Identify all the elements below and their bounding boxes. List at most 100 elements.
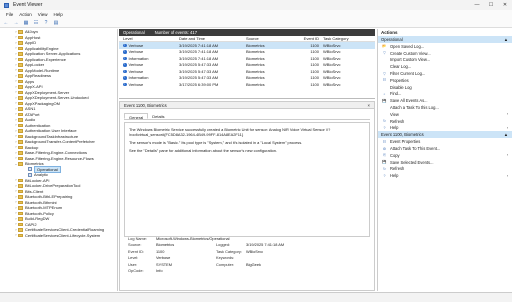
action-item[interactable]: ☷ Properties: [378, 77, 512, 84]
cell-event-id: 1100: [310, 42, 319, 48]
show-hide-action-icon[interactable]: ▤: [52, 19, 60, 26]
action-item[interactable]: 📂 Open Saved Log...: [378, 43, 512, 50]
table-row[interactable]: i Verbose 3/19/2025 5:47:33 AM Biometrics 11…: [119, 62, 375, 69]
col-level[interactable]: Level: [119, 36, 179, 41]
folder-icon: [18, 134, 23, 138]
cell-task: WBioSrvc: [323, 49, 341, 55]
folder-icon: [18, 79, 23, 83]
table-row[interactable]: i Verbose 3/17/2025 6:39:00 PM Biometrics 11…: [119, 81, 375, 88]
action-item[interactable]: ⎘ Copy ›: [378, 152, 512, 159]
forward-icon[interactable]: →: [12, 19, 20, 26]
table-row[interactable]: i Verbose 3/19/2025 5:47:33 AM Biometrics 11…: [119, 68, 375, 75]
folder-icon: [18, 74, 23, 78]
tree-item-label: Apps: [25, 78, 35, 84]
tree-item-label: AppX-API: [25, 84, 43, 90]
tree-item-label: BitLocker-API: [25, 177, 50, 183]
folder-icon: [18, 85, 23, 89]
menu-file[interactable]: File: [6, 12, 13, 17]
folder-icon: [18, 107, 23, 111]
table-row[interactable]: i Information 3/19/2025 7:41:18 AM Biometri…: [119, 55, 375, 62]
help-icon[interactable]: ?: [42, 19, 50, 26]
events-grid[interactable]: Level Date and Time Source Event ID Task…: [119, 36, 375, 99]
action-item[interactable]: ? Help ›: [378, 172, 512, 179]
toolbar: ← → ▦ ☷ ? ▤: [0, 18, 512, 28]
user-value: SYSTEM: [156, 261, 172, 267]
table-row[interactable]: i Verbose 3/19/2025 7:41:18 AM Biometrics 11…: [119, 49, 375, 56]
tree-item-label: ATAPort: [25, 111, 40, 117]
level-value: Verbose: [156, 255, 171, 261]
properties-icon[interactable]: ☷: [32, 19, 40, 26]
action-item[interactable]: 💾 Save Selected Events...: [378, 159, 512, 166]
action-item[interactable]: Disable Log: [378, 84, 512, 91]
back-icon[interactable]: ←: [2, 19, 10, 26]
action-label: Copy: [390, 152, 400, 158]
minimize-button[interactable]: —: [470, 0, 484, 10]
action-item[interactable]: ☷ Event Properties: [378, 138, 512, 145]
action-label: Refresh: [390, 118, 405, 124]
actions-section-log[interactable]: Operational ▲: [378, 36, 512, 43]
keywords-label: Keywords:: [216, 255, 235, 261]
computer-label: Computer:: [216, 261, 235, 267]
tree-item-label: Authentication User Interface: [25, 128, 77, 134]
tree-item[interactable]: › CertificateServicesClient-Lifecycle-Sys…: [14, 233, 117, 239]
action-label: Save All Events As...: [390, 98, 428, 104]
tab-general[interactable]: General: [124, 113, 149, 120]
table-row[interactable]: i Verbose 3/19/2025 7:41:18 AM Biometrics 11…: [119, 42, 375, 49]
col-date[interactable]: Date and Time: [179, 36, 246, 41]
action-item[interactable]: ▽ Filter Current Log...: [378, 70, 512, 77]
tree-item-label: Bluetooth-Bthmini: [25, 199, 57, 205]
col-event-id[interactable]: Event ID: [301, 36, 323, 41]
cell-event-id: 1100: [310, 75, 319, 81]
action-item[interactable]: Import Custom View...: [378, 57, 512, 64]
collapse-icon[interactable]: ▲: [504, 37, 508, 42]
show-hide-tree-icon[interactable]: ▦: [22, 19, 30, 26]
action-icon: ☷: [382, 139, 387, 144]
action-item[interactable]: 💾 Save All Events As...: [378, 97, 512, 104]
actions-section-event[interactable]: Event 1100, Biometrics ▲: [378, 131, 512, 139]
action-icon: ⌕: [383, 91, 386, 96]
message-paragraph-2: The sensor's mode is "Basic." Its pool t…: [129, 140, 303, 145]
menu-action[interactable]: Action: [19, 12, 32, 17]
action-item[interactable]: Clear Log...: [378, 63, 512, 70]
folder-icon: [18, 35, 23, 39]
menu-view[interactable]: View: [38, 12, 48, 17]
action-item[interactable]: ▽ Create Custom View...: [378, 50, 512, 57]
close-button[interactable]: ✕: [498, 0, 512, 10]
cell-source: Biometrics: [246, 49, 265, 55]
action-label: Create Custom View...: [390, 50, 431, 56]
folder-icon: [18, 63, 23, 67]
tree-item-label: ASN1: [25, 106, 36, 112]
action-item[interactable]: ↻ Refresh: [378, 166, 512, 173]
action-item[interactable]: View ›: [378, 111, 512, 118]
cell-task: WBioSrvc: [323, 42, 341, 48]
action-item[interactable]: ↻ Refresh: [378, 118, 512, 125]
info-icon: i: [123, 56, 127, 60]
table-row[interactable]: i Information 3/19/2025 5:47:33 AM Biometri…: [119, 75, 375, 82]
maximize-button[interactable]: ☐: [484, 0, 498, 10]
action-item[interactable]: Attach a Task To this Log...: [378, 104, 512, 111]
folder-icon: [18, 46, 23, 50]
collapse-icon[interactable]: ▲: [504, 132, 508, 137]
col-source[interactable]: Source: [246, 36, 301, 41]
action-icon: [382, 112, 387, 116]
tree-item[interactable]: › CertificateServicesClient-CredentialRoa…: [14, 227, 117, 233]
action-item[interactable]: ? Help ›: [378, 125, 512, 132]
menu-help[interactable]: Help: [53, 12, 62, 17]
cell-level: i Information: [119, 75, 179, 80]
col-task[interactable]: Task Category: [323, 36, 367, 41]
close-detail-icon[interactable]: ×: [368, 103, 370, 108]
event-message[interactable]: The Windows Biometric Service successful…: [124, 122, 370, 237]
folder-icon: [18, 156, 23, 160]
tab-details[interactable]: Details: [148, 113, 168, 119]
folder-icon: [18, 101, 23, 105]
cell-source: Biometrics: [246, 81, 265, 87]
computer-value: BigGeek: [246, 261, 261, 267]
tree-item-label: Base-Filtering-Engine-Resource-Flows: [25, 155, 94, 161]
window-title: Event Viewer: [13, 2, 43, 8]
opcode-value: Info: [156, 268, 163, 274]
source-value: Biometrics: [156, 242, 175, 248]
action-item[interactable]: ⌕ Find...: [378, 91, 512, 98]
console-tree[interactable]: › AllJoyn › AppHost › AppID › ApplicabilityEngi…: [0, 29, 118, 291]
action-item[interactable]: ⚙ Attach Task To This Event...: [378, 145, 512, 152]
action-icon: ?: [383, 173, 386, 178]
